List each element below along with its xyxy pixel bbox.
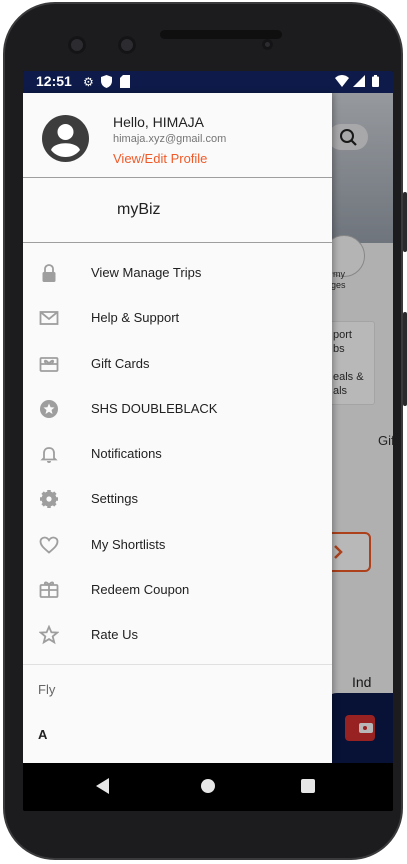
menu-item-view-manage-trips[interactable]: View Manage Trips <box>23 251 332 296</box>
mybiz-item[interactable]: myBiz <box>23 178 332 243</box>
system-navigation-bar <box>23 763 393 811</box>
status-time: 12:51 <box>36 73 72 89</box>
mail-icon <box>39 311 59 326</box>
screen: 12:51 ⚙ my ages port bs eals & als Gif I… <box>23 71 393 811</box>
menu-item-label: My Shortlists <box>91 536 166 552</box>
fly-section-label: Fly <box>38 682 56 697</box>
menu-item-label: Rate Us <box>91 627 138 643</box>
mybiz-label: myBiz <box>117 201 161 218</box>
recent-apps-icon[interactable] <box>301 779 315 793</box>
battery-icon <box>372 75 379 90</box>
gift-icon <box>39 581 59 598</box>
menu-item-label: Redeem Coupon <box>91 582 190 598</box>
front-camera <box>68 36 86 54</box>
menu-item-settings[interactable]: Settings <box>23 477 332 522</box>
heart-icon <box>39 536 59 554</box>
menu-item-rate-us[interactable]: Rate Us <box>23 613 332 658</box>
menu-item-label: Gift Cards <box>91 355 150 371</box>
menu-item-shs-doubleblack[interactable]: SHS DOUBLEBLACK <box>23 387 332 432</box>
wifi-icon <box>335 75 349 90</box>
front-camera-secondary <box>118 36 136 54</box>
bell-icon <box>40 447 58 464</box>
volume-button <box>403 312 407 406</box>
cell-signal-icon <box>353 75 365 90</box>
sd-card-icon <box>120 75 130 91</box>
avatar-icon[interactable] <box>42 115 89 162</box>
menu-item-label: SHS DOUBLEBLACK <box>91 400 218 416</box>
drawer-menu: View Manage Trips Help & Support Gift Ca… <box>23 251 332 659</box>
proximity-sensor <box>262 39 273 50</box>
status-bar: 12:51 ⚙ <box>23 71 393 93</box>
menu-item-label: Help & Support <box>91 310 180 326</box>
drawer-footer-item[interactable]: A <box>38 727 47 742</box>
menu-item-gift-cards[interactable]: Gift Cards <box>23 342 332 387</box>
menu-item-label: Notifications <box>91 446 162 462</box>
lock-icon <box>42 264 56 282</box>
power-button <box>403 192 407 252</box>
menu-item-label: Settings <box>91 491 138 507</box>
user-email: himaja.xyz@gmail.com <box>113 133 227 145</box>
menu-item-help-support[interactable]: Help & Support <box>23 296 332 341</box>
menu-item-label: View Manage Trips <box>91 265 202 280</box>
star-outline-icon <box>39 625 59 645</box>
greeting: Hello, HIMAJA <box>113 114 205 130</box>
earpiece-speaker <box>160 30 282 39</box>
settings-notification-icon: ⚙ <box>83 75 94 89</box>
profile-header: Hello, HIMAJA himaja.xyz@gmail.com View/… <box>23 93 332 178</box>
menu-item-my-shortlists[interactable]: My Shortlists <box>23 523 332 568</box>
gift-card-icon <box>39 356 59 372</box>
shield-notification-icon <box>101 75 112 91</box>
menu-item-notifications[interactable]: Notifications <box>23 432 332 477</box>
home-icon[interactable] <box>201 779 215 793</box>
view-edit-profile-link[interactable]: View/Edit Profile <box>113 151 207 166</box>
phone-frame: 12:51 ⚙ my ages port bs eals & als Gif I… <box>3 2 407 860</box>
back-icon[interactable] <box>95 777 111 795</box>
drawer-divider <box>23 664 332 665</box>
navigation-drawer: Hello, HIMAJA himaja.xyz@gmail.com View/… <box>23 93 332 763</box>
star-badge-icon <box>40 399 58 418</box>
menu-item-redeem-coupon[interactable]: Redeem Coupon <box>23 568 332 613</box>
gear-icon <box>40 490 58 509</box>
